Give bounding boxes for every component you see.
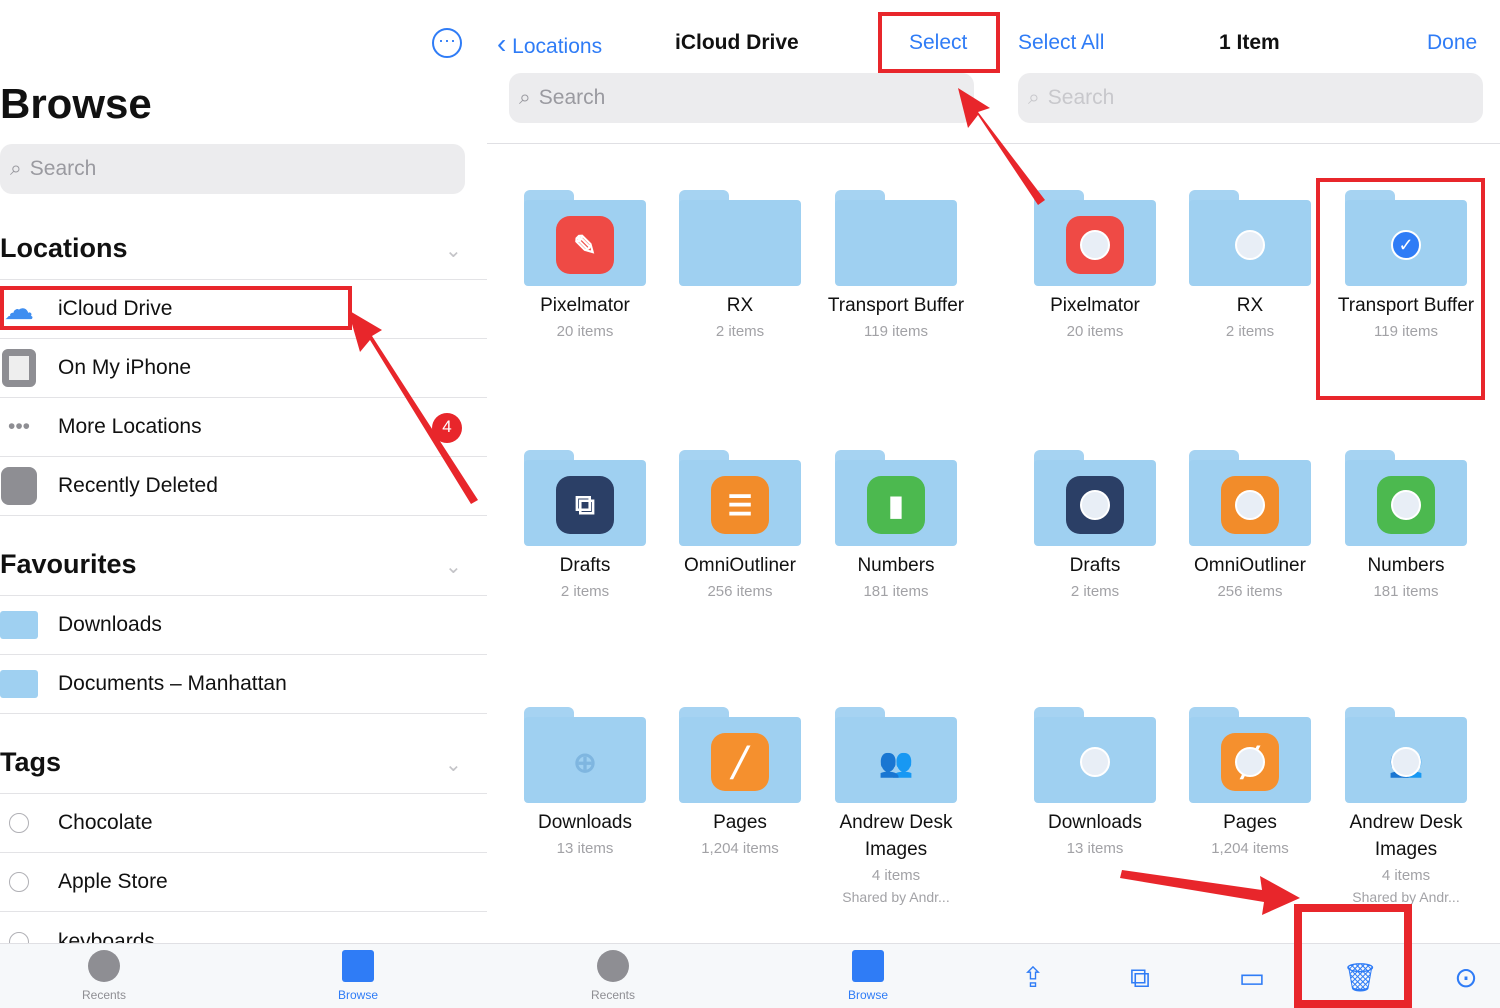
annotation-box-select [878, 12, 1000, 73]
annotation-box-trash [1294, 904, 1412, 1008]
step-number: 4 [442, 417, 452, 436]
annotation-overlay [0, 12, 1485, 1008]
arrow-to-icloud [348, 310, 478, 504]
arrow-to-trash [1120, 870, 1300, 915]
arrow-to-select [958, 88, 1045, 205]
annotation-box-icloud [0, 286, 352, 330]
annotation-box-selected-folder [1316, 178, 1485, 400]
